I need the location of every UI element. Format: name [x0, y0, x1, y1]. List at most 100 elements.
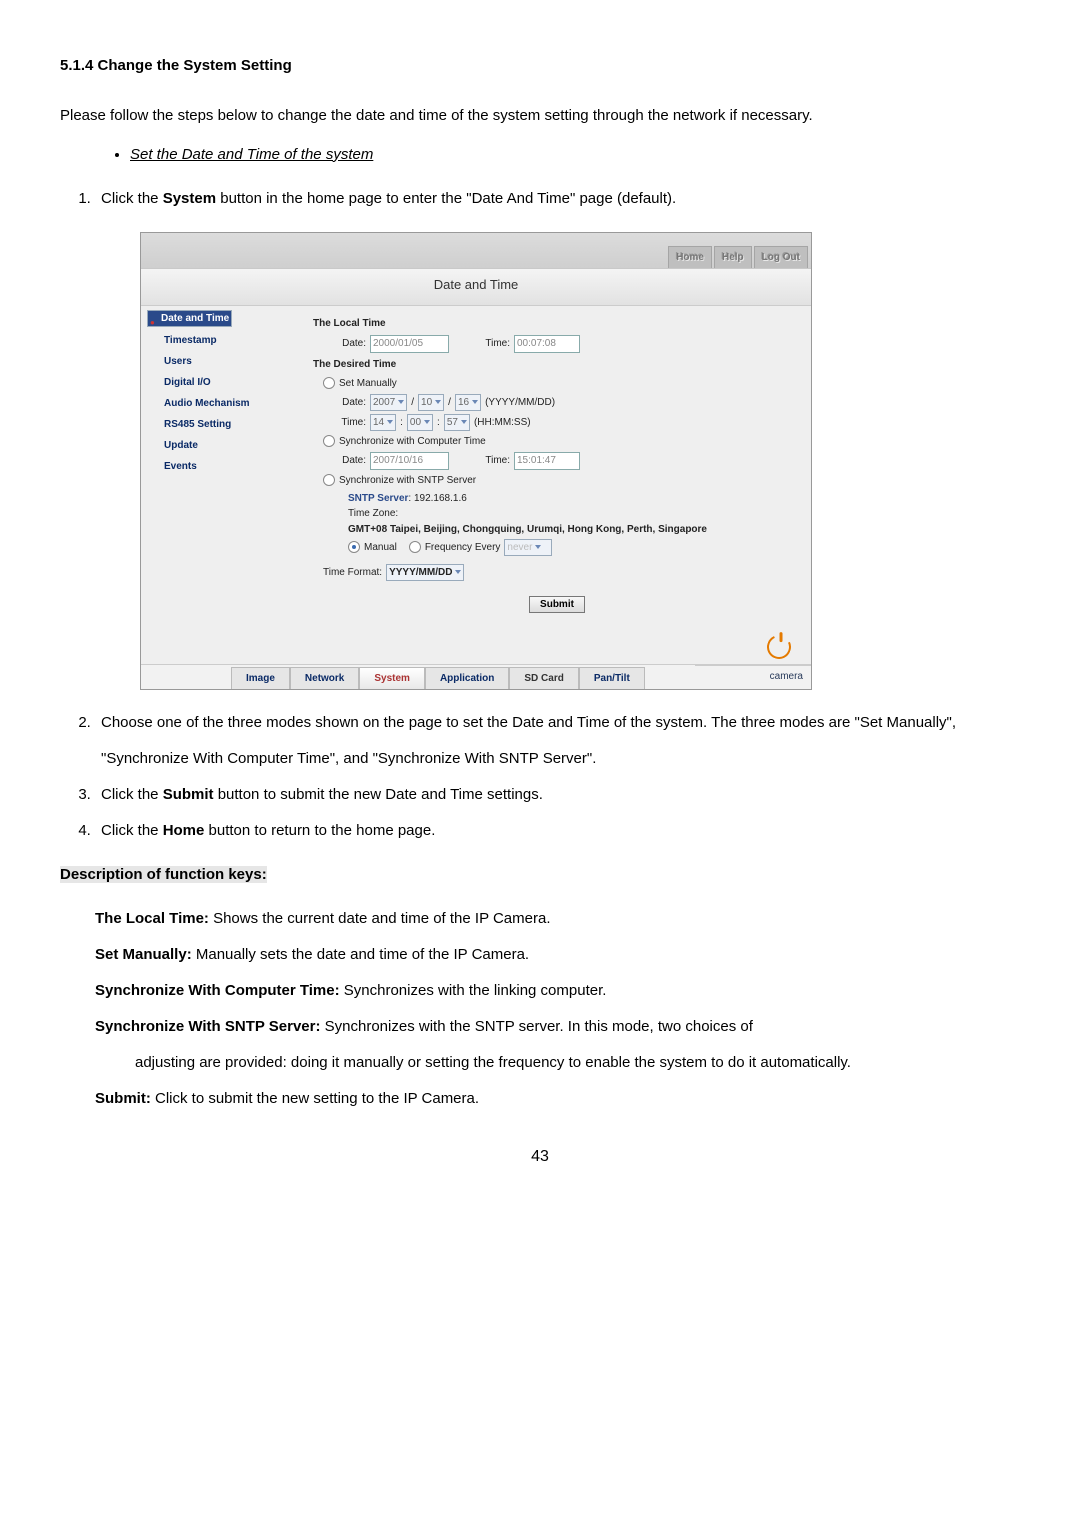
sntp-manual-label: Manual — [364, 540, 397, 555]
radio-sntp-manual[interactable] — [348, 541, 360, 553]
bottom-tabs: Image Network System Application SD Card… — [141, 664, 811, 689]
bullet-icon — [153, 401, 159, 407]
local-time-heading: The Local Time — [313, 316, 801, 331]
timezone-value: GMT+08 Taipei, Beijing, Chongquing, Urum… — [348, 523, 801, 536]
sidebar-item-label: Events — [164, 459, 197, 474]
sidebar-item-update[interactable]: Update — [147, 435, 297, 456]
sidebar-item-rs485-setting[interactable]: RS485 Setting — [147, 414, 297, 435]
time-label: Time: — [477, 453, 510, 468]
camera-label: camera — [695, 665, 811, 689]
bullet-icon — [153, 359, 159, 365]
bullet-icon — [150, 315, 156, 321]
submit-button[interactable]: Submit — [529, 596, 585, 613]
date-label: Date: — [333, 453, 366, 468]
page-title: Date and Time — [141, 268, 811, 306]
local-date-field: 2000/01/05 — [370, 335, 449, 353]
description-heading: Description of function keys: — [60, 866, 267, 883]
sidebar-item-label: Timestamp — [164, 333, 217, 348]
intro-paragraph: Please follow the steps below to change … — [60, 98, 1020, 134]
power-icon[interactable] — [764, 631, 795, 662]
main-panel: The Local Time Date: 2000/01/05 Time: 00… — [303, 306, 811, 633]
chevron-down-icon — [472, 400, 478, 404]
timezone-label: Time Zone: — [348, 506, 801, 521]
day-select[interactable]: 16 — [455, 394, 481, 411]
tab-image[interactable]: Image — [231, 667, 290, 689]
tab-application[interactable]: Application — [425, 667, 509, 689]
sidebar-item-label: Update — [164, 438, 198, 453]
sync-sntp-desc: Synchronizes with the SNTP server. In th… — [320, 1018, 752, 1035]
year-select[interactable]: 2007 — [370, 394, 407, 411]
date-label: Date: — [333, 395, 366, 410]
bullet-icon — [153, 380, 159, 386]
sidebar-item-timestamp[interactable]: Timestamp — [147, 330, 297, 351]
radio-sntp-frequency[interactable] — [409, 541, 421, 553]
radio-computer-time[interactable] — [323, 435, 335, 447]
chevron-down-icon — [424, 420, 430, 424]
sntp-server-label: SNTP Server — [348, 493, 408, 504]
sidebar-item-label: Date and Time — [161, 311, 229, 326]
computer-time-field: 15:01:47 — [514, 452, 580, 470]
step-1: Click the System button in the home page… — [95, 181, 1020, 217]
tab-sd-card[interactable]: SD Card — [509, 667, 578, 689]
description-block: The Local Time: Shows the current date a… — [95, 901, 1020, 1117]
sidebar-item-users[interactable]: Users — [147, 351, 297, 372]
sync-computer-key: Synchronize With Computer Time: — [95, 982, 340, 999]
submit-key: Submit: — [95, 1090, 151, 1107]
text: button to return to the home page. — [204, 822, 435, 839]
sidebar-item-audio-mechanism[interactable]: Audio Mechanism — [147, 393, 297, 414]
date-hint: (YYYY/MM/DD) — [485, 395, 555, 410]
step-4: Click the Home button to return to the h… — [95, 813, 1020, 849]
logout-button[interactable]: Log Out — [754, 246, 808, 268]
set-manually-desc: Manually sets the date and time of the I… — [192, 946, 529, 963]
sync-sntp-key: Synchronize With SNTP Server: — [95, 1018, 320, 1035]
text: button in the home page to enter the "Da… — [216, 190, 676, 207]
month-select[interactable]: 10 — [418, 394, 444, 411]
local-time-field: 00:07:08 — [514, 335, 580, 353]
sidebar-item-date-and-time[interactable]: Date and Time — [147, 310, 232, 327]
tab-pan-tilt[interactable]: Pan/Tilt — [579, 667, 645, 689]
radio-sntp[interactable] — [323, 474, 335, 486]
tab-network[interactable]: Network — [290, 667, 359, 689]
text: Click the — [101, 786, 163, 803]
chevron-down-icon — [535, 545, 541, 549]
option-set-manually: Set Manually — [339, 376, 397, 391]
chevron-down-icon — [398, 400, 404, 404]
text: Click the — [101, 190, 163, 207]
submit-desc: Click to submit the new setting to the I… — [151, 1090, 479, 1107]
sidebar-item-digital-io[interactable]: Digital I/O — [147, 372, 297, 393]
submit-label: Submit — [163, 786, 214, 803]
text: Click the — [101, 822, 163, 839]
sync-sntp-sub: adjusting are provided: doing it manuall… — [135, 1045, 1020, 1081]
sidebar-item-label: RS485 Setting — [164, 417, 231, 432]
time-format-select[interactable]: YYYY/MM/DD — [386, 564, 464, 581]
hour-select[interactable]: 14 — [370, 414, 396, 431]
desired-time-heading: The Desired Time — [313, 357, 801, 372]
local-time-key: The Local Time: — [95, 910, 209, 927]
local-time-desc: Shows the current date and time of the I… — [209, 910, 551, 927]
minute-select[interactable]: 00 — [407, 414, 433, 431]
time-format-label: Time Format: — [323, 565, 382, 580]
time-label: Time: — [333, 415, 366, 430]
home-button[interactable]: Home — [668, 246, 712, 268]
chevron-down-icon — [435, 400, 441, 404]
sidebar: Date and Time Timestamp Users Digital I/… — [141, 306, 303, 633]
chevron-down-icon — [455, 570, 461, 574]
section-heading: 5.1.4 Change the System Setting — [60, 55, 1020, 78]
sntp-frequency-label: Frequency Every — [425, 540, 501, 555]
radio-set-manually[interactable] — [323, 377, 335, 389]
sidebar-item-events[interactable]: Events — [147, 456, 297, 477]
bullet-set-date-time: Set the Date and Time of the system — [130, 144, 1020, 167]
chevron-down-icon — [387, 420, 393, 424]
top-nav: Home Help Log Out — [141, 233, 811, 268]
sidebar-item-label: Users — [164, 354, 192, 369]
text: button to submit the new Date and Time s… — [214, 786, 543, 803]
bullet-icon — [153, 443, 159, 449]
tab-system[interactable]: System — [359, 667, 425, 689]
bullet-icon — [153, 464, 159, 470]
help-button[interactable]: Help — [714, 246, 752, 268]
frequency-select[interactable]: never — [504, 539, 552, 556]
chevron-down-icon — [461, 420, 467, 424]
numbered-steps: Click the System button in the home page… — [60, 181, 1020, 217]
option-sntp: Synchronize with SNTP Server — [339, 473, 476, 488]
second-select[interactable]: 57 — [444, 414, 470, 431]
